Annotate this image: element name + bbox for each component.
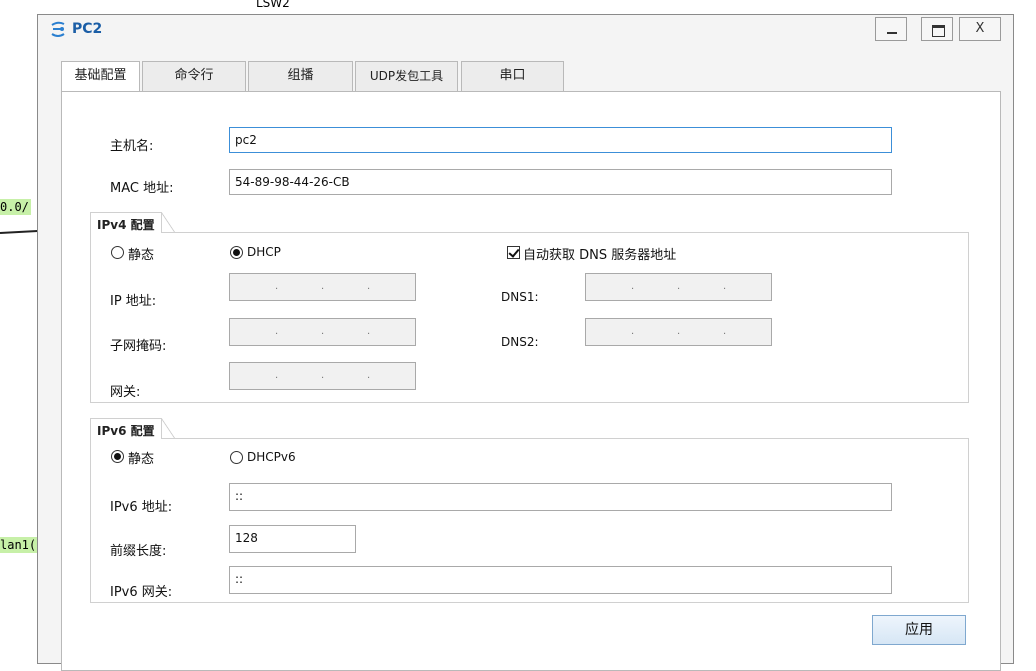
ipv6-static-radio[interactable] [111,450,124,463]
dns2-label: DNS2: [501,335,539,349]
minimize-icon [887,32,897,34]
topology-link [0,229,40,234]
mac-input[interactable]: 54-89-98-44-26-CB [229,169,892,195]
gateway-input[interactable]: ... [229,362,416,390]
ipv6-dhcpv6-label: DHCPv6 [247,450,296,464]
ipv6-static-label: 静态 [128,452,155,467]
maximize-button[interactable] [921,17,953,41]
ipv4-dhcp-label: DHCP [247,245,281,259]
ipv6-gateway-input[interactable]: :: [229,566,892,594]
prefix-length-input[interactable]: 128 [229,525,356,553]
ipv4-static-label: 静态 [128,248,155,263]
minimize-button[interactable] [875,17,907,41]
tab-udp-tool[interactable]: UDP发包工具 [355,61,458,91]
ipv6-dhcpv6-radio[interactable] [230,451,243,464]
subnet-mask-label: 子网掩码: [110,339,167,354]
link-tag-top: 0.0/ [0,199,31,215]
hostname-input[interactable]: pc2 [229,127,892,153]
device-label-lsw2: LSW2 [256,0,290,10]
ipv6-address-input[interactable]: :: [229,483,892,511]
mac-label: MAC 地址: [110,181,174,196]
dns1-input[interactable]: ... [585,273,772,301]
ip-address-input[interactable]: ... [229,273,416,301]
tab-multicast[interactable]: 组播 [248,61,353,91]
dns2-input[interactable]: ... [585,318,772,346]
auto-dns-label: 自动获取 DNS 服务器地址 [523,248,677,263]
dns1-label: DNS1: [501,290,539,304]
tab-serial[interactable]: 串口 [461,61,564,91]
ipv4-static-radio[interactable] [111,246,124,259]
title-bar[interactable]: PC2 X [38,15,1013,45]
tab-basic-config[interactable]: 基础配置 [61,61,140,92]
window-title: PC2 [72,21,103,37]
close-button[interactable]: X [959,17,1001,41]
pc2-config-window: PC2 X 基础配置 命令行 组播 UDP发包工具 串口 主机名: pc2 MA… [37,14,1014,671]
prefix-length-label: 前缀长度: [110,544,167,559]
ipv6-group-title: IPv6 配置 [90,418,175,439]
ipv6-gateway-label: IPv6 网关: [110,585,173,600]
ipv6-address-label: IPv6 地址: [110,500,173,515]
auto-dns-checkbox[interactable] [507,246,520,259]
ipv4-group-title: IPv4 配置 [90,212,175,233]
hostname-label: 主机名: [110,139,154,154]
pc-app-icon [51,21,65,37]
ip-address-label: IP 地址: [110,294,157,309]
maximize-icon [932,25,945,37]
basic-config-panel: 主机名: pc2 MAC 地址: 54-89-98-44-26-CB IPv4 … [61,91,1001,671]
ipv4-dhcp-radio[interactable] [230,246,243,259]
gateway-label: 网关: [110,385,141,400]
subnet-mask-input[interactable]: ... [229,318,416,346]
tab-command-line[interactable]: 命令行 [142,61,246,91]
apply-button[interactable]: 应用 [872,615,966,645]
link-tag-bottom: lan1( [0,537,39,553]
